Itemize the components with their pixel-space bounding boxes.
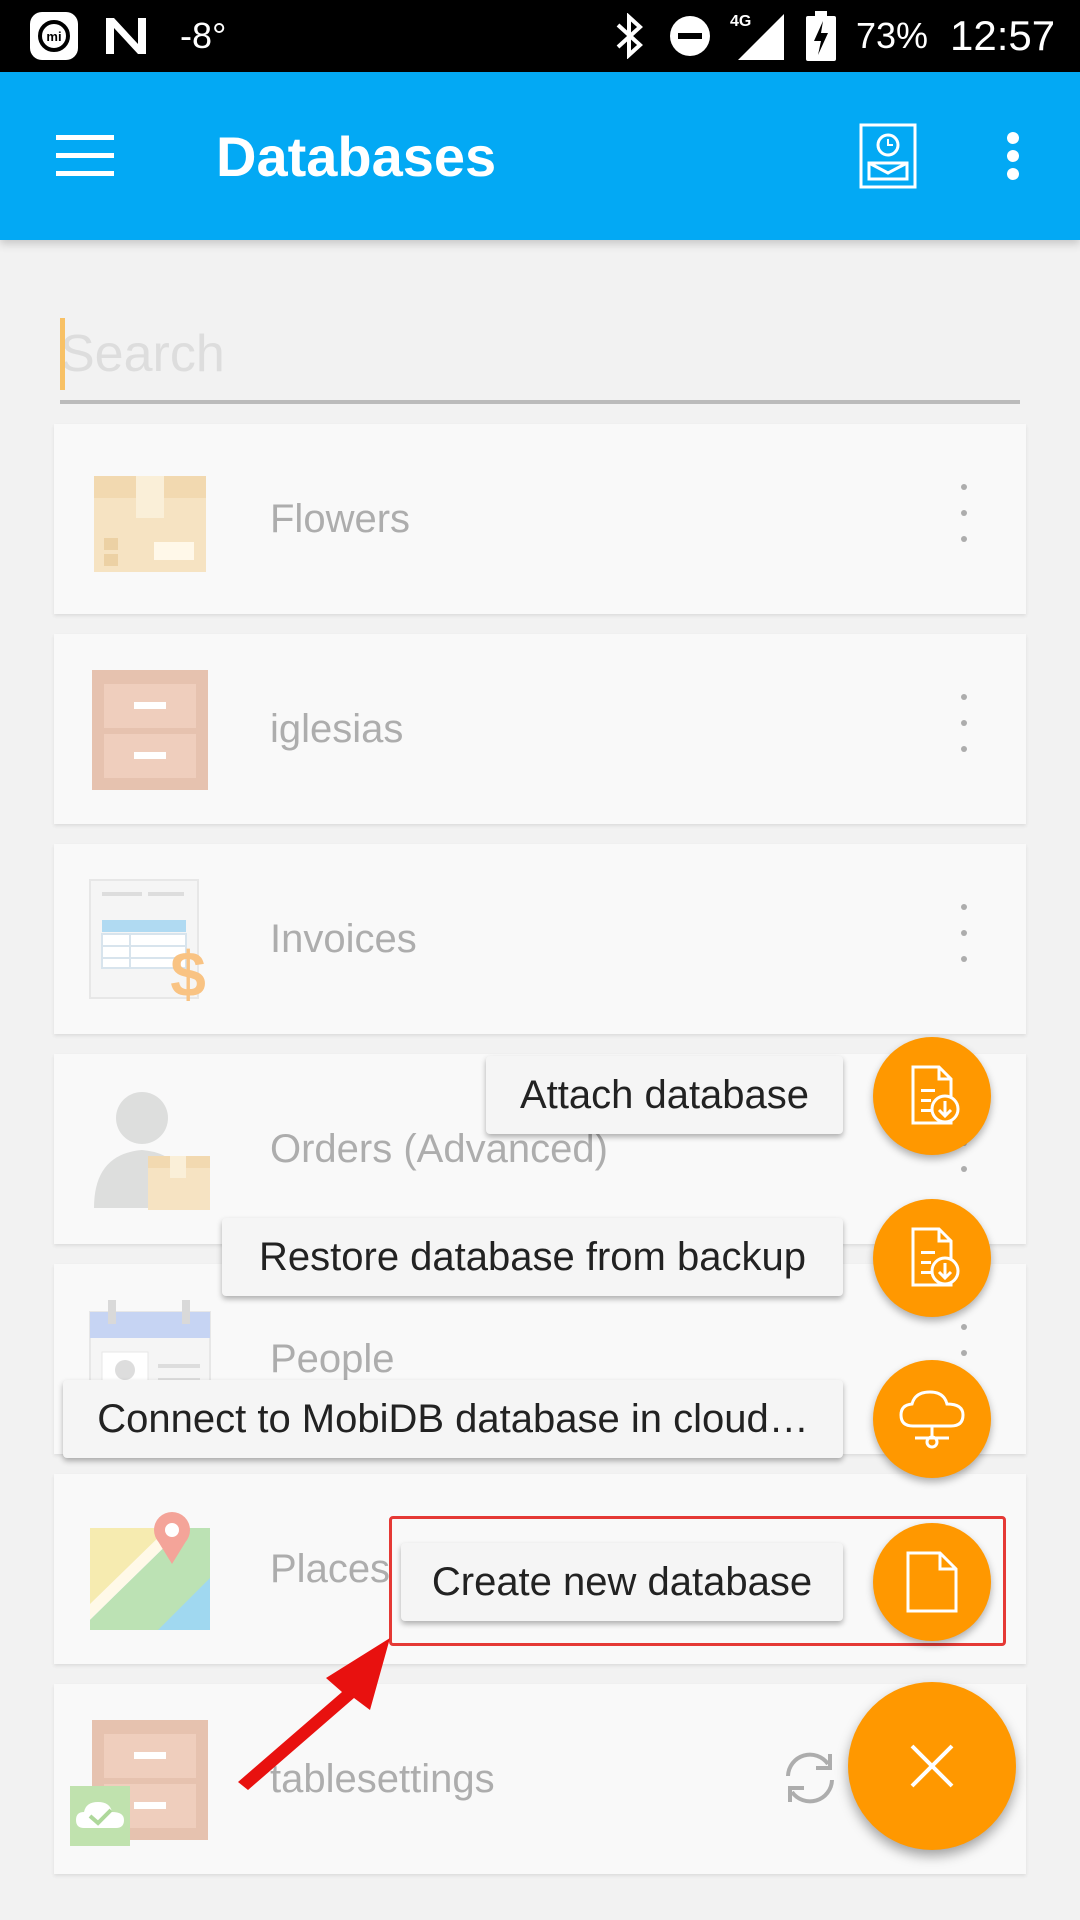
app-bar: Databases <box>0 72 1080 240</box>
n-icon <box>104 0 148 72</box>
close-speed-dial-button[interactable] <box>848 1682 1016 1850</box>
restore-database-button[interactable] <box>873 1199 991 1317</box>
status-bar: mi -8° 4G 73% 12:57 <box>0 0 1080 72</box>
mi-icon: mi <box>28 0 80 72</box>
attach-file-icon <box>911 1065 960 1125</box>
create-database-button[interactable] <box>873 1523 991 1641</box>
battery-icon <box>806 0 836 72</box>
signal-icon: 4G <box>728 0 790 72</box>
hamburger-icon[interactable] <box>40 116 130 196</box>
close-icon <box>910 1744 954 1788</box>
battery-percent: 73% <box>856 15 929 56</box>
restore-file-icon <box>911 1227 960 1287</box>
new-file-icon <box>906 1551 958 1613</box>
cloud-icon <box>899 1390 965 1449</box>
attach-database-label[interactable]: Attach database <box>486 1056 843 1134</box>
attach-database-button[interactable] <box>873 1037 991 1155</box>
clock-text: 12:57 <box>950 12 1056 59</box>
connect-cloud-button[interactable] <box>873 1360 991 1478</box>
restore-database-label[interactable]: Restore database from backup <box>222 1218 843 1296</box>
page-title: Databases <box>216 124 497 188</box>
network-type-text: 4G <box>730 13 751 30</box>
temperature-text: -8° <box>180 15 227 56</box>
connect-cloud-label[interactable]: Connect to MobiDB database in cloud… <box>63 1380 843 1458</box>
annotation-arrow <box>238 1638 390 1790</box>
more-vert-icon[interactable] <box>988 116 1038 196</box>
create-database-label[interactable]: Create new database <box>401 1543 843 1621</box>
id-badge-icon[interactable] <box>848 116 928 196</box>
bluetooth-icon <box>614 0 646 72</box>
svg-text:mi: mi <box>46 29 61 44</box>
dnd-icon <box>668 0 712 72</box>
